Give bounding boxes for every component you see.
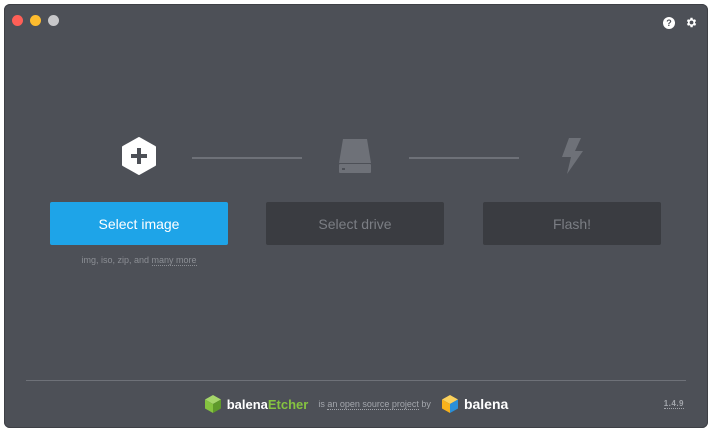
balena-cube-icon xyxy=(441,395,458,413)
tagline: is an open source project by xyxy=(318,399,431,410)
hint-text: img, iso, zip, and xyxy=(81,255,152,265)
gear-icon[interactable] xyxy=(685,16,698,29)
flash-button: Flash! xyxy=(483,202,661,245)
version-label[interactable]: 1.4.9 xyxy=(663,399,684,409)
step-connector-1 xyxy=(192,157,302,159)
supported-formats-hint: img, iso, zip, and many more xyxy=(50,255,228,266)
balena-label: balena xyxy=(463,396,509,412)
many-more-link[interactable]: many more xyxy=(151,255,197,266)
minimize-window-button[interactable] xyxy=(30,15,41,26)
window-controls xyxy=(12,15,59,26)
zoom-window-button[interactable] xyxy=(48,15,59,26)
tagline-after: by xyxy=(418,399,431,409)
drive-icon xyxy=(339,139,371,173)
tagline-before: is xyxy=(318,399,328,409)
balena-brand[interactable]: balena xyxy=(441,394,508,414)
select-image-button[interactable]: Select image xyxy=(50,202,228,245)
lightning-icon xyxy=(562,138,583,174)
close-window-button[interactable] xyxy=(12,15,23,26)
footer-divider xyxy=(26,380,686,381)
open-source-link[interactable]: an open source project xyxy=(327,399,419,410)
top-right-controls: ? xyxy=(663,16,698,29)
etcher-window: ? Select image Select drive Flash! img, … xyxy=(4,4,708,428)
etcher-cube-icon xyxy=(204,395,221,413)
footer: balenaEtcher is an open source project b… xyxy=(4,393,708,415)
step-image-icon-wrap xyxy=(119,136,159,176)
help-icon[interactable]: ? xyxy=(663,16,675,29)
brand-accent: Etcher xyxy=(267,396,309,412)
brand-prefix: balena xyxy=(226,396,268,412)
step-flash-icon-wrap xyxy=(552,136,592,176)
select-drive-button: Select drive xyxy=(266,202,444,245)
balena-etcher-brand[interactable]: balenaEtcher xyxy=(204,394,309,414)
step-drive-icon-wrap xyxy=(335,136,375,176)
step-connector-2 xyxy=(409,157,519,159)
plus-hexagon-icon xyxy=(122,137,156,175)
